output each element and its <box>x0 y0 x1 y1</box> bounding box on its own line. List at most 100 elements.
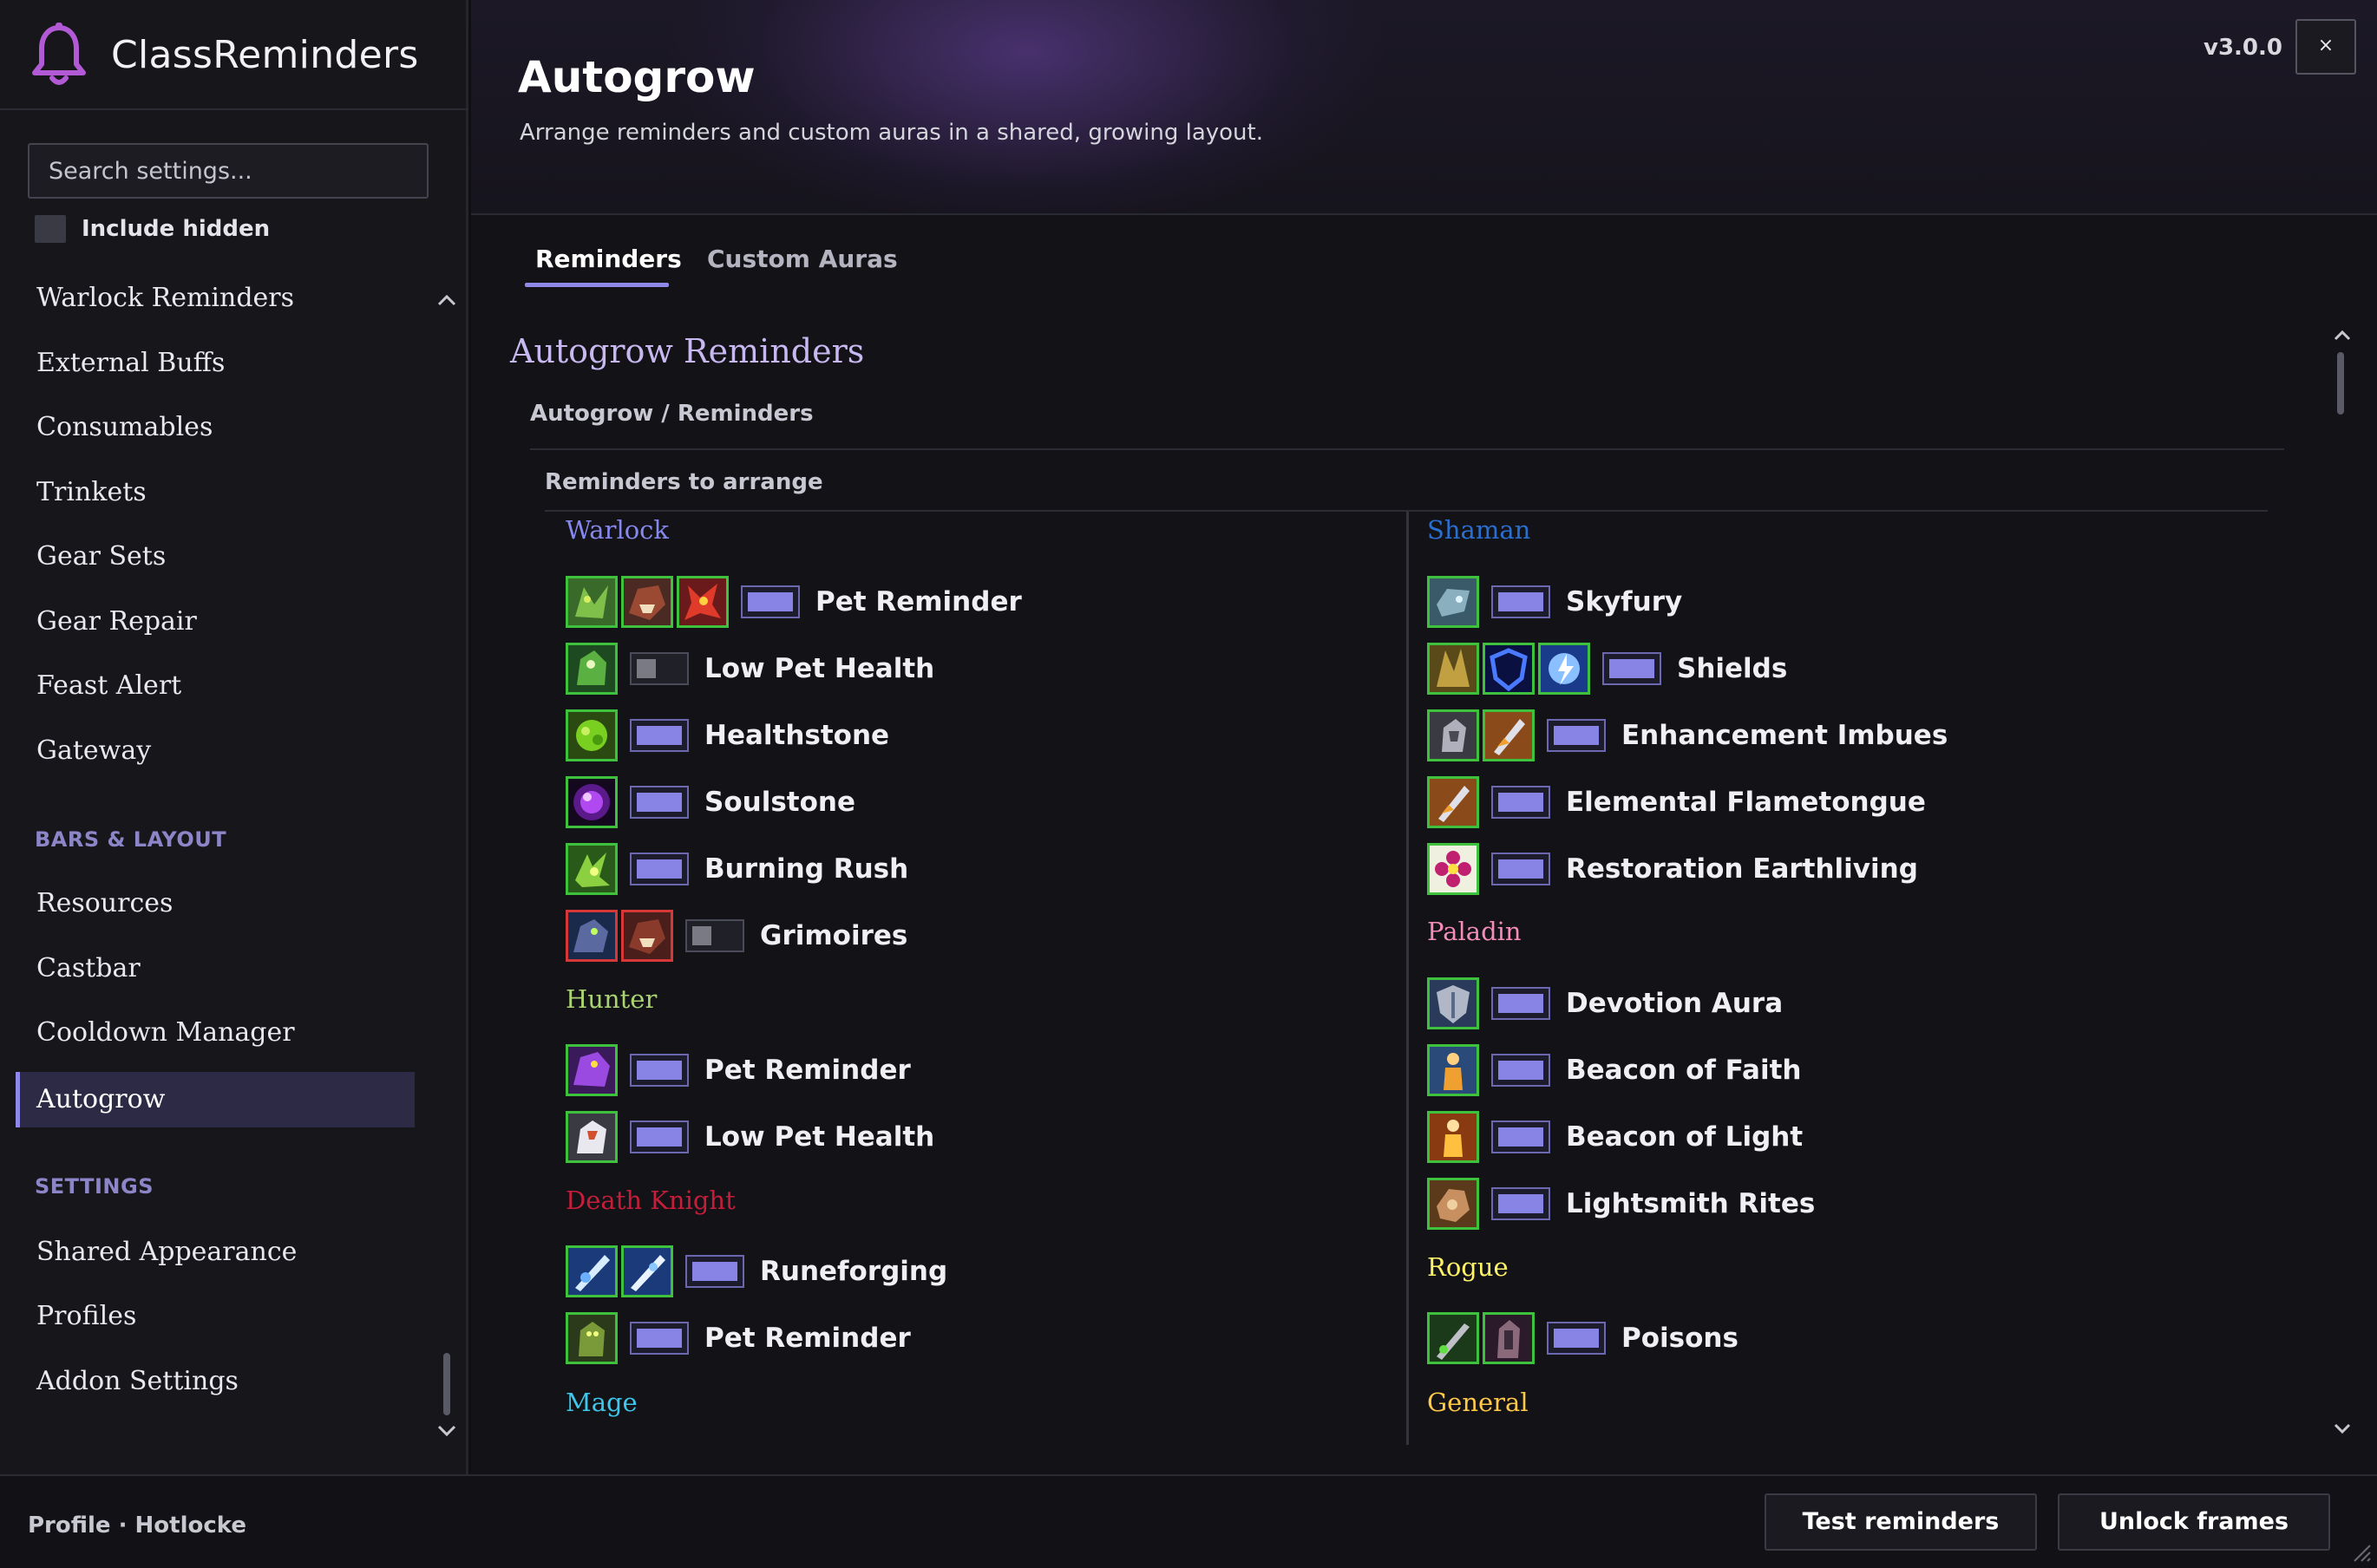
water-shield-icon <box>1483 643 1535 695</box>
sidebar-item-external-buffs[interactable]: External Buffs <box>16 336 415 391</box>
reminder-label: Pet Reminder <box>704 1323 911 1354</box>
enable-toggle[interactable] <box>630 719 689 752</box>
sidebar-item-profiles[interactable]: Profiles <box>16 1289 415 1344</box>
skyfury-icon <box>1427 576 1479 628</box>
enable-toggle[interactable] <box>685 1255 744 1288</box>
group-shaman: Shaman <box>1427 515 1531 545</box>
reminder-label: Grimoires <box>760 920 908 951</box>
section-title: Autogrow Reminders <box>510 332 865 370</box>
sidebar-scrollbar-thumb[interactable] <box>443 1353 450 1415</box>
reminder-row: Skyfury <box>1427 576 1682 628</box>
reminder-row: Pet Reminder <box>566 1044 911 1096</box>
sidebar-item-gear-sets[interactable]: Gear Sets <box>16 529 415 585</box>
devotion-aura-icon <box>1427 977 1479 1029</box>
sidebar: ClassReminders Include hidden Warlock Re… <box>0 0 468 1474</box>
content-scrollbar-thumb[interactable] <box>2337 352 2344 415</box>
sidebar-item-resources[interactable]: Resources <box>16 876 415 931</box>
include-hidden-toggle[interactable]: Include hidden <box>35 214 270 244</box>
reminder-row: Poisons <box>1427 1312 1739 1364</box>
reminder-row: Shields <box>1427 643 1787 695</box>
reminder-label: Low Pet Health <box>704 1121 935 1153</box>
page-title: Autogrow <box>518 52 756 102</box>
crippling-poison-icon <box>1483 1312 1535 1364</box>
group-paladin: Paladin <box>1427 917 1522 946</box>
enable-toggle[interactable] <box>630 1054 689 1087</box>
enable-toggle[interactable] <box>685 919 744 952</box>
enable-toggle[interactable] <box>1491 853 1550 885</box>
reminder-row: Devotion Aura <box>1427 977 1783 1029</box>
group-hunter: Hunter <box>566 984 658 1014</box>
reminder-row: Restoration Earthliving <box>1427 843 1918 895</box>
group-mage: Mage <box>566 1388 638 1417</box>
version-label: v3.0.0 <box>2203 35 2282 61</box>
enable-toggle[interactable] <box>1491 1120 1550 1153</box>
enable-toggle[interactable] <box>630 853 689 885</box>
earthliving-icon <box>1427 843 1479 895</box>
beacon-of-faith-icon <box>1427 1044 1479 1096</box>
enable-toggle[interactable] <box>630 786 689 819</box>
enable-toggle[interactable] <box>1602 652 1661 685</box>
sidebar-item-shared-appearance[interactable]: Shared Appearance <box>16 1225 415 1280</box>
reminder-label: Soulstone <box>704 787 855 818</box>
enable-toggle[interactable] <box>630 652 689 685</box>
enable-toggle[interactable] <box>630 1120 689 1153</box>
tab-custom-auras[interactable]: Custom Auras <box>707 245 898 273</box>
reminder-label: Pet Reminder <box>815 586 1022 617</box>
reminder-row: Soulstone <box>566 776 855 828</box>
reminder-label: Restoration Earthliving <box>1566 853 1918 885</box>
sidebar-item-autogrow[interactable]: Autogrow <box>16 1072 415 1127</box>
content-scroll-up-icon[interactable] <box>2330 324 2354 347</box>
mend-pet-icon <box>566 1111 618 1163</box>
unlock-frames-button[interactable]: Unlock frames <box>2058 1493 2330 1551</box>
enable-toggle[interactable] <box>741 585 800 618</box>
sidebar-item-warlock-reminders[interactable]: Warlock Reminders <box>16 271 415 326</box>
bell-icon <box>32 23 86 85</box>
felguard-icon <box>566 576 618 628</box>
reminder-label: Enhancement Imbues <box>1621 720 1948 751</box>
tab-reminders[interactable]: Reminders <box>535 245 682 273</box>
enable-toggle[interactable] <box>1547 719 1606 752</box>
brand-header: ClassReminders <box>0 0 468 110</box>
sidebar-item-trinkets[interactable]: Trinkets <box>16 465 415 520</box>
flametongue-icon <box>1427 776 1479 828</box>
soulstone-icon <box>566 776 618 828</box>
deadly-poison-icon <box>1427 1312 1479 1364</box>
sidebar-item-gear-repair[interactable]: Gear Repair <box>16 594 415 650</box>
resize-grip-icon[interactable] <box>2349 1540 2372 1563</box>
rune-of-fallen-crusader-icon <box>621 1245 673 1297</box>
sidebar-item-gateway[interactable]: Gateway <box>16 723 415 779</box>
beacon-of-light-icon <box>1427 1111 1479 1163</box>
sidebar-section-settings: SETTINGS <box>35 1174 154 1199</box>
content-scroll-down-icon[interactable] <box>2330 1417 2354 1440</box>
sidebar-scroll-down-icon[interactable] <box>434 1419 460 1443</box>
sidebar-item-cooldown-manager[interactable]: Cooldown Manager <box>16 1005 415 1061</box>
sidebar-item-addon-settings[interactable]: Addon Settings <box>16 1354 415 1409</box>
lightsmith-rites-icon <box>1427 1178 1479 1230</box>
enable-toggle[interactable] <box>1491 1187 1550 1220</box>
test-reminders-button[interactable]: Test reminders <box>1765 1493 2037 1551</box>
close-button[interactable]: × <box>2295 19 2356 75</box>
search-input[interactable] <box>28 143 429 199</box>
sidebar-item-castbar[interactable]: Castbar <box>16 941 415 996</box>
enable-toggle[interactable] <box>1491 786 1550 819</box>
enable-toggle[interactable] <box>1491 1054 1550 1087</box>
group-death-knight: Death Knight <box>566 1186 736 1215</box>
reminder-label: Low Pet Health <box>704 653 935 684</box>
app-window: ClassReminders Include hidden Warlock Re… <box>0 0 2377 1568</box>
enable-toggle[interactable] <box>630 1322 689 1355</box>
sidebar-item-feast-alert[interactable]: Feast Alert <box>16 658 415 714</box>
include-hidden-checkbox[interactable] <box>35 215 66 243</box>
enable-toggle[interactable] <box>1491 585 1550 618</box>
column-divider <box>1406 512 1409 1445</box>
flametongue-weapon-icon <box>1483 709 1535 761</box>
enable-toggle[interactable] <box>1547 1322 1606 1355</box>
sidebar-scroll-up-icon[interactable] <box>434 288 460 312</box>
enable-toggle[interactable] <box>1491 987 1550 1020</box>
active-tab-indicator <box>525 283 669 287</box>
reminder-row: Elemental Flametongue <box>1427 776 1926 828</box>
reminder-row: Low Pet Health <box>566 1111 934 1163</box>
reminder-row: Low Pet Health <box>566 643 934 695</box>
include-hidden-label: Include hidden <box>82 216 271 242</box>
sidebar-item-consumables[interactable]: Consumables <box>16 400 415 455</box>
sidebar-section-bars-layout: BARS & LAYOUT <box>35 827 227 852</box>
